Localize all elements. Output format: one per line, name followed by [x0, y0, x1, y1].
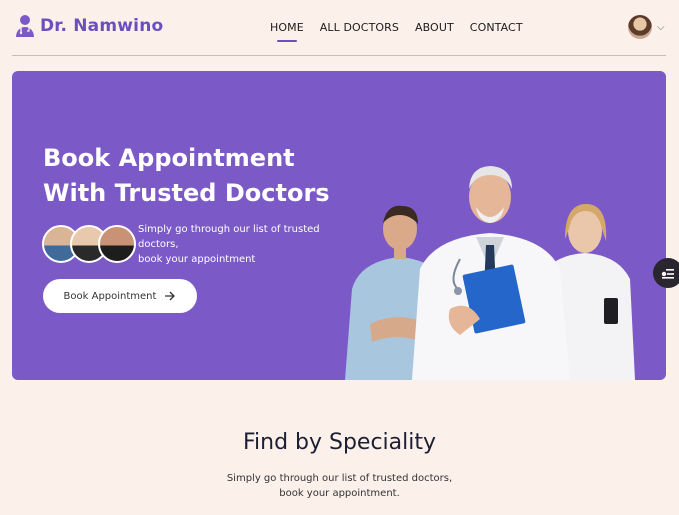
speciality-description: Simply go through our list of trusted do…: [0, 471, 679, 501]
hero-banner: Book Appointment With Trusted Doctors Si…: [12, 71, 666, 380]
book-appointment-button[interactable]: Book Appointment: [43, 279, 197, 313]
nav-divider: [12, 55, 666, 56]
hero-title-line-2: With Trusted Doctors: [43, 179, 330, 207]
hero-subtitle-line-1: Simply go through our list of trusted do…: [138, 224, 320, 250]
chevron-down-icon[interactable]: ⌵: [657, 22, 665, 33]
menu-item-about[interactable]: ABOUT: [415, 21, 454, 34]
menu-item-all-doctors[interactable]: ALL DOCTORS: [320, 21, 399, 34]
patient-avatars-group: [42, 225, 136, 263]
top-navigation: Dr. Namwino HOME ALL DOCTORS ABOUT CONTA…: [0, 0, 679, 55]
profile-avatar[interactable]: [628, 15, 652, 39]
main-menu: HOME ALL DOCTORS ABOUT CONTACT: [270, 21, 523, 42]
menu-item-home[interactable]: HOME: [270, 21, 304, 42]
book-appointment-label: Book Appointment: [63, 290, 157, 302]
doctors-illustration: [345, 166, 635, 380]
brand-logo[interactable]: Dr. Namwino: [14, 14, 163, 38]
brand-name: Dr. Namwino: [40, 16, 164, 36]
speciality-description-line-1: Simply go through our list of trusted do…: [226, 473, 453, 484]
hero-subtitle-line-2: book your appointment: [138, 254, 256, 265]
settings-sliders-icon: [661, 269, 674, 279]
arrow-right-icon: [165, 291, 176, 301]
speciality-description-line-2: book your appointment.: [279, 488, 400, 499]
hero-title: Book Appointment With Trusted Doctors: [43, 141, 330, 211]
doctor-logo-icon: [16, 15, 34, 37]
speciality-heading: Find by Speciality: [242, 430, 437, 455]
menu-item-contact[interactable]: CONTACT: [470, 21, 523, 34]
hero-subtitle: Simply go through our list of trusted do…: [138, 222, 328, 267]
settings-toggle-button[interactable]: [653, 258, 679, 288]
hero-title-line-1: Book Appointment: [43, 144, 295, 172]
patient-avatar: [98, 225, 136, 263]
